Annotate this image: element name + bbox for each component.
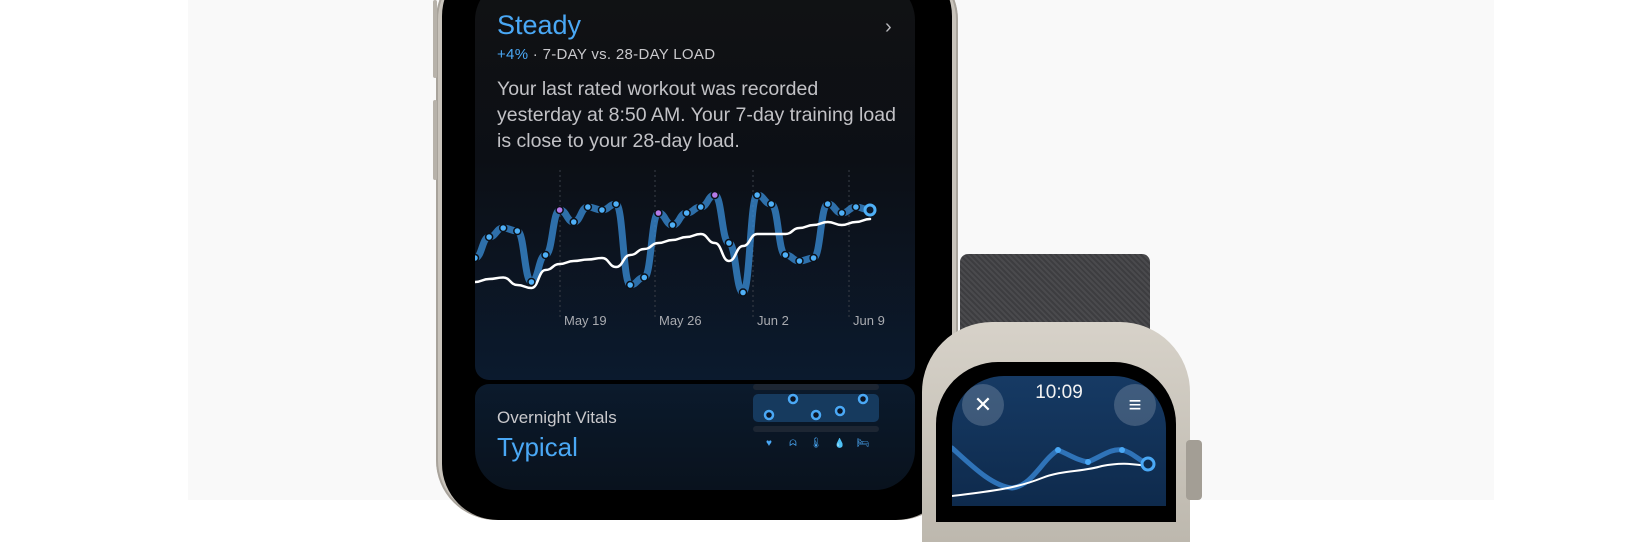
x-tick-label: Jun 2 xyxy=(757,313,789,328)
series-line-7day xyxy=(475,191,874,297)
data-point xyxy=(668,220,677,230)
training-load-status: Steady xyxy=(497,10,582,40)
data-point xyxy=(597,205,607,215)
data-point xyxy=(696,202,705,212)
watch-load-chart xyxy=(952,445,1156,497)
watch-point xyxy=(1085,459,1091,465)
vitals-summary-chart: ♥ ᗣ 🌡 💧 🛏 xyxy=(753,384,879,449)
training-load-description: Your last rated workout was recorded yes… xyxy=(497,78,896,152)
volume-down-button xyxy=(433,100,437,180)
vital-point-sleep xyxy=(857,393,869,405)
watch-point xyxy=(1055,447,1061,453)
data-point xyxy=(654,208,663,218)
data-point xyxy=(752,190,762,200)
x-tick-label: Jun 9 xyxy=(853,313,885,328)
data-point xyxy=(682,208,691,218)
blood-oxygen-icon: 💧 xyxy=(834,437,845,448)
load-comparison: +4% · 7-DAY vs. 28-DAY LOAD xyxy=(497,46,715,63)
vital-point-blood-oxygen xyxy=(834,405,846,417)
data-point xyxy=(555,205,564,215)
x-tick-label: May 26 xyxy=(659,313,702,328)
vital-point-temperature xyxy=(810,409,822,421)
load-change: +4% xyxy=(497,46,529,63)
data-point xyxy=(724,238,734,248)
thermometer-icon: 🌡 xyxy=(810,437,823,449)
menu-button[interactable]: ≡ xyxy=(1114,384,1156,426)
training-load-chart: May 19 May 26 Jun 2 Jun 9 xyxy=(475,170,885,328)
watch-screen: ✕ 10:09 ≡ xyxy=(952,376,1166,506)
vitals-upper-band xyxy=(753,384,879,390)
watch-point xyxy=(1119,447,1125,453)
watch-current-point xyxy=(1140,456,1156,472)
digital-crown[interactable] xyxy=(1186,440,1202,500)
iphone-screen: Steady › +4% · 7-DAY vs. 28-DAY LOAD You… xyxy=(475,0,915,490)
current-data-point xyxy=(863,203,877,217)
overnight-vitals-title: Overnight Vitals xyxy=(497,408,617,427)
data-point xyxy=(583,202,593,212)
data-point xyxy=(767,199,776,209)
vital-point-respiratory-rate xyxy=(787,393,799,405)
vital-point-heart-rate xyxy=(763,409,775,421)
data-point xyxy=(781,250,790,260)
watch-7day-line xyxy=(952,445,1151,491)
chevron-right-icon[interactable]: › xyxy=(885,16,892,39)
data-point xyxy=(809,253,818,263)
load-comparison-label: · 7-DAY vs. 28-DAY LOAD xyxy=(528,46,716,63)
data-point xyxy=(837,208,847,218)
data-point xyxy=(541,250,550,260)
watch-28day-line xyxy=(952,462,1149,497)
volume-up-button xyxy=(433,0,437,78)
x-tick-label: May 19 xyxy=(564,313,607,328)
data-point xyxy=(710,190,720,200)
menu-icon: ≡ xyxy=(1128,392,1142,417)
overnight-vitals-value: Typical xyxy=(497,432,578,462)
data-point xyxy=(795,256,804,266)
training-load-card[interactable]: Steady › +4% · 7-DAY vs. 28-DAY LOAD You… xyxy=(475,0,915,380)
data-point xyxy=(625,280,635,290)
data-point xyxy=(484,232,494,242)
lungs-icon: ᗣ xyxy=(789,438,797,448)
vitals-lower-band xyxy=(753,426,879,432)
data-point xyxy=(738,288,748,297)
data-point xyxy=(498,223,508,233)
heart-icon: ♥ xyxy=(766,438,772,449)
data-point xyxy=(851,202,861,212)
data-point xyxy=(513,226,522,236)
data-point xyxy=(527,277,536,287)
data-point xyxy=(569,217,578,227)
data-point xyxy=(823,199,832,209)
data-point xyxy=(640,273,649,282)
data-point xyxy=(611,199,621,209)
bed-icon: 🛏 xyxy=(857,438,870,449)
data-point xyxy=(475,253,480,263)
